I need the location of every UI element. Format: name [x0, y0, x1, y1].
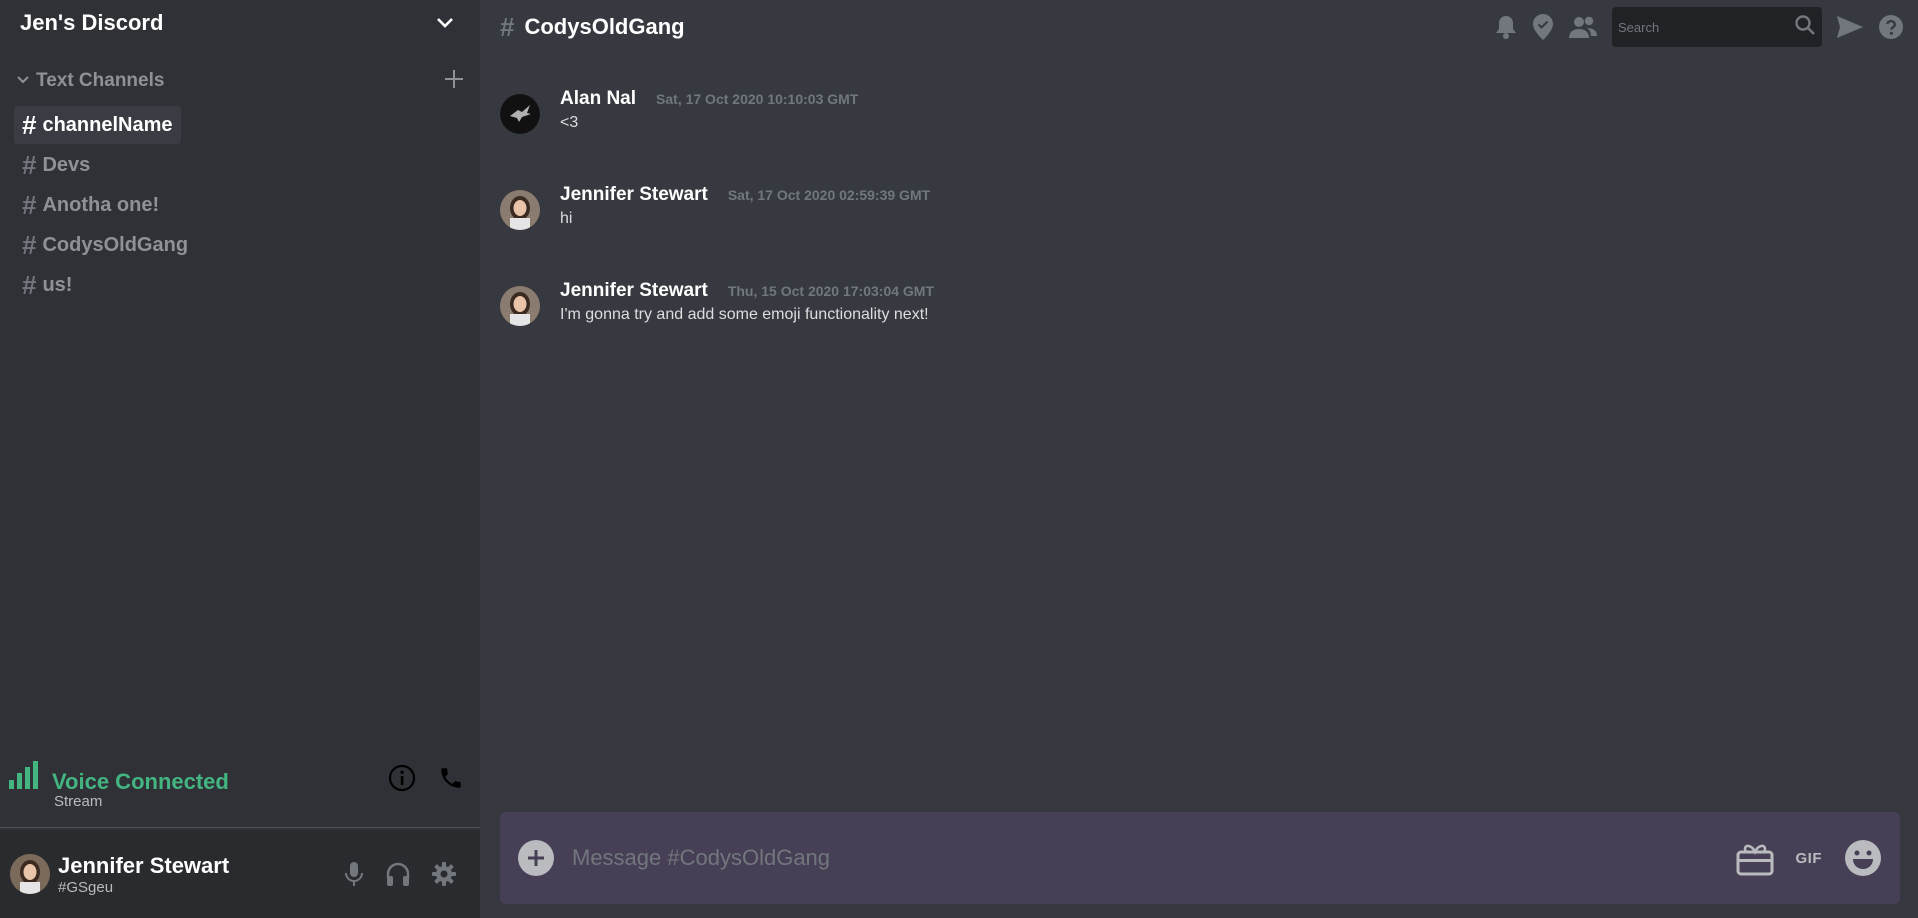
- channel-item[interactable]: # us!: [14, 266, 80, 304]
- gif-button[interactable]: GIF: [1796, 850, 1823, 867]
- voice-substatus: Stream: [54, 793, 103, 810]
- category-label: Text Channels: [36, 70, 165, 91]
- app-window: Jen's Discord Text Channels # channelNam…: [0, 0, 1918, 918]
- hash-icon: #: [500, 11, 515, 42]
- channel-name: CodysOldGang: [42, 233, 189, 256]
- gift-icon[interactable]: [1736, 840, 1774, 876]
- channel-item[interactable]: # CodysOldGang: [14, 226, 196, 264]
- bell-icon[interactable]: [1494, 14, 1518, 40]
- add-attachment-icon[interactable]: [518, 840, 554, 876]
- user-name: Jennifer Stewart: [58, 852, 230, 878]
- voice-panel: Voice Connected Stream: [0, 760, 480, 828]
- phone-icon[interactable]: [438, 765, 464, 791]
- message-author[interactable]: Jennifer Stewart: [560, 280, 708, 302]
- hash-icon: #: [22, 190, 37, 220]
- info-icon[interactable]: [388, 764, 416, 792]
- signal-icon: [8, 760, 38, 795]
- message-composer: GIF: [500, 812, 1900, 904]
- pin-icon[interactable]: [1532, 13, 1554, 41]
- voice-status: Voice Connected: [52, 768, 229, 794]
- chat-area: # CodysOldGang Search Alan Nal Sat, 17 O…: [480, 0, 1918, 918]
- message-list: Alan Nal Sat, 17 Oct 2020 10:10:03 GMT <…: [480, 54, 1918, 326]
- emoji-icon[interactable]: [1844, 839, 1882, 877]
- members-icon[interactable]: [1568, 15, 1598, 39]
- search-icon[interactable]: [1794, 14, 1816, 41]
- hash-icon: #: [22, 150, 37, 180]
- search-input[interactable]: [1618, 19, 1768, 35]
- message: Alan Nal Sat, 17 Oct 2020 10:10:03 GMT <…: [500, 88, 1898, 134]
- channel-title: CodysOldGang: [524, 14, 685, 39]
- sidebar: Jen's Discord Text Channels # channelNam…: [0, 0, 480, 918]
- channel-category: Text Channels: [0, 68, 480, 94]
- microphone-icon[interactable]: [342, 860, 366, 888]
- user-tag: #GSgeu: [58, 878, 114, 896]
- channel-name: Anotha one!: [42, 193, 160, 216]
- avatar[interactable]: [10, 854, 50, 894]
- message-author[interactable]: Alan Nal: [560, 88, 636, 110]
- user-panel: Jennifer Stewart #GSgeu: [0, 830, 480, 918]
- avatar[interactable]: [500, 190, 540, 230]
- channel-list: # channelName # Devs # Anotha one! # Cod…: [0, 106, 480, 304]
- server-header[interactable]: Jen's Discord: [0, 0, 480, 46]
- avatar[interactable]: [500, 286, 540, 326]
- hash-icon: #: [22, 110, 37, 140]
- message-timestamp: Sat, 17 Oct 2020 10:10:03 GMT: [656, 91, 859, 107]
- headphones-icon[interactable]: [384, 860, 412, 888]
- channel-item[interactable]: # Devs: [14, 146, 98, 184]
- add-channel-icon[interactable]: [444, 69, 464, 94]
- settings-gear-icon[interactable]: [430, 860, 458, 888]
- channel-name: channelName: [42, 113, 173, 136]
- channel-name: Devs: [42, 153, 91, 176]
- send-icon[interactable]: [1836, 15, 1864, 39]
- help-icon[interactable]: [1878, 14, 1904, 40]
- message-text: hi: [560, 210, 573, 227]
- avatar[interactable]: [500, 94, 540, 134]
- message-timestamp: Sat, 17 Oct 2020 02:59:39 GMT: [727, 187, 931, 203]
- message-timestamp: Thu, 15 Oct 2020 17:03:04 GMT: [727, 283, 935, 299]
- chevron-down-icon[interactable]: [16, 72, 30, 90]
- channel-item[interactable]: # channelName: [14, 106, 181, 144]
- server-name: Jen's Discord: [20, 10, 164, 35]
- message-text: I'm gonna try and add some emoji functio…: [560, 306, 929, 323]
- message-input[interactable]: [572, 845, 1736, 871]
- message: Jennifer Stewart Thu, 15 Oct 2020 17:03:…: [500, 280, 1898, 326]
- channel-item[interactable]: # Anotha one!: [14, 186, 167, 224]
- channel-header: # CodysOldGang: [480, 0, 1918, 54]
- message: Jennifer Stewart Sat, 17 Oct 2020 02:59:…: [500, 184, 1898, 230]
- hash-icon: #: [22, 230, 37, 260]
- chevron-down-icon[interactable]: [434, 12, 456, 34]
- message-author[interactable]: Jennifer Stewart: [560, 184, 708, 206]
- hash-icon: #: [22, 270, 37, 300]
- channel-name: us!: [42, 273, 73, 296]
- search-box[interactable]: [1612, 7, 1822, 47]
- message-text: <3: [560, 114, 579, 131]
